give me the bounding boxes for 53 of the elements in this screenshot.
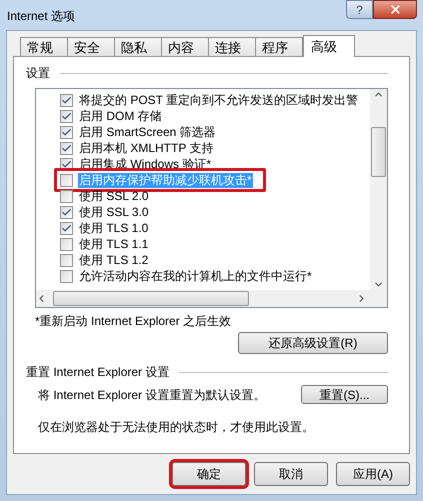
window-title: Internet 选项 [7,8,76,25]
setting-label[interactable]: 启用 SmartScreen 筛选器 [78,124,217,140]
check-icon [61,110,72,122]
checkbox[interactable] [60,110,73,122]
tab[interactable]: 常规 [20,37,68,56]
check-icon [61,142,72,154]
checkbox[interactable] [60,94,73,106]
tab[interactable]: 连接 [208,37,256,56]
check-icon [61,94,72,106]
section-heading: 重置 Internet Explorer 设置 [26,364,170,381]
restart-note: *重新启动 Internet Explorer 之后生效 [35,313,232,330]
checkbox[interactable] [60,222,73,234]
tab[interactable]: 安全 [67,37,115,56]
setting-label[interactable]: 使用 SSL 2.0 [78,188,150,204]
checkbox[interactable] [60,270,73,282]
dialog-button[interactable]: 确定 [172,462,246,486]
vertical-scrollbar[interactable] [370,89,387,290]
checkbox[interactable] [60,206,73,218]
checkbox[interactable] [60,142,73,154]
dialog-button[interactable]: 取消 [254,462,328,486]
close-icon [388,3,402,16]
scroll-thumb[interactable] [53,291,249,306]
check-icon [61,158,72,170]
reset-warning: 仅在浏览器处于无法使用的状态时，才使用此设置。 [37,419,315,436]
check-icon [61,206,72,218]
help-button[interactable]: ? [346,0,373,19]
tab[interactable]: 程序 [255,37,303,56]
checkbox[interactable] [60,238,73,250]
horizontal-scrollbar[interactable] [36,290,387,307]
setting-label[interactable]: 使用 SSL 3.0 [78,204,150,220]
restore-button[interactable]: 还原高级设置(R) [238,332,388,354]
check-icon [61,126,72,138]
section-heading: 设置 [26,65,50,82]
reset-description: 将 Internet Explorer 设置重置为默认设置。 [38,386,266,404]
setting-label[interactable]: 启用本机 XMLHTTP 支持 [78,140,214,156]
setting-label[interactable]: 将提交的 POST 重定向到不允许发送的区域时发出警 [78,92,360,108]
setting-label[interactable]: 使用 TLS 1.2 [78,252,150,268]
dialog-button[interactable]: 应用(A) [336,462,410,486]
checkbox[interactable] [60,190,73,202]
scroll-thumb[interactable] [371,127,386,177]
tab[interactable]: 内容 [161,37,209,56]
checkbox[interactable] [60,126,73,138]
tab[interactable]: 高级 [303,35,355,57]
check-icon [61,222,72,234]
setting-label[interactable]: 使用 TLS 1.1 [78,236,150,252]
close-button[interactable] [373,0,417,19]
setting-label[interactable]: 允许活动内容在我的计算机上的文件中运行* [78,268,313,284]
checkbox[interactable] [60,174,73,186]
setting-label[interactable]: 启用 DOM 存储 [78,108,163,124]
reset-button[interactable]: 重置(S)... [301,385,388,404]
checkbox[interactable] [60,254,73,266]
tab[interactable]: 隐私 [114,37,162,56]
setting-label[interactable]: 使用 TLS 1.0 [78,220,150,236]
